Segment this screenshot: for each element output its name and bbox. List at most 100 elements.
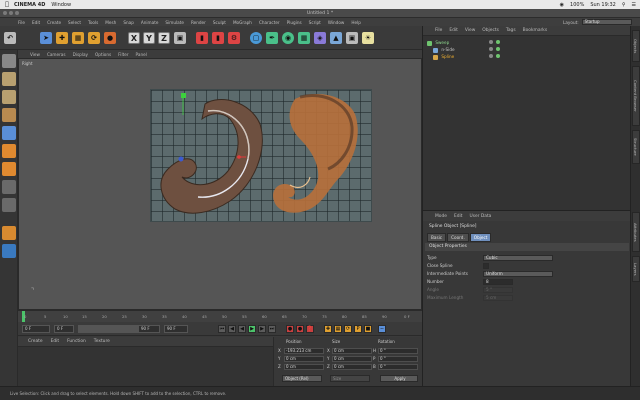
tab-attributes[interactable]: Attributes — [632, 212, 640, 252]
menu-character[interactable]: Character — [259, 20, 280, 25]
play-backwards-icon[interactable]: ◀ — [238, 325, 246, 333]
workplane-mode-icon[interactable] — [2, 108, 16, 122]
clock-label[interactable]: Sun 19:32 — [590, 2, 616, 8]
mac-menu-window[interactable]: Window — [51, 2, 71, 8]
tweak-mode-icon[interactable] — [2, 198, 16, 212]
render-picture-viewer-icon[interactable]: ▮ — [212, 32, 224, 44]
apply-button[interactable]: Apply — [380, 375, 418, 382]
om-menu-view[interactable]: View — [465, 28, 475, 33]
light-icon[interactable]: ☀ — [362, 32, 374, 44]
visibility-dot[interactable] — [489, 54, 493, 58]
menu-simulate[interactable]: Simulate — [165, 20, 184, 25]
z-axis-lock-button[interactable]: Z — [158, 32, 170, 44]
menu-mograph[interactable]: MoGraph — [233, 20, 252, 25]
coordinate-mode-dropdown[interactable]: Object (Rel) — [282, 375, 322, 382]
menu-sculpt[interactable]: Sculpt — [213, 20, 226, 25]
rotate-icon[interactable]: ⟳ — [88, 32, 100, 44]
app-menu[interactable]: CINEMA 4D — [14, 2, 45, 8]
am-menu-user-data[interactable]: User Data — [469, 214, 491, 219]
om-menu-file[interactable]: File — [435, 28, 442, 33]
layout-dropdown[interactable]: Startup — [581, 19, 632, 25]
menu-script[interactable]: Script — [309, 20, 321, 25]
size-x-field[interactable]: 0 cm — [332, 348, 372, 354]
object-row-n-side[interactable]: n-Side — [427, 46, 627, 53]
position-y-field[interactable]: 0 cm — [284, 356, 324, 362]
visibility-dot[interactable] — [489, 47, 493, 51]
viewport-menu-view[interactable]: View — [30, 52, 40, 57]
viewport[interactable]: Right ⌝ — [18, 58, 422, 310]
autokey-icon[interactable]: ● — [296, 325, 304, 333]
play-icon[interactable]: ▶ — [248, 325, 256, 333]
model-mode-icon[interactable] — [2, 72, 16, 86]
material-menu-function[interactable]: Function — [67, 339, 86, 344]
start-frame-field[interactable]: 0 F — [22, 325, 50, 333]
material-menu-edit[interactable]: Edit — [51, 339, 60, 344]
polygons-mode-icon[interactable] — [2, 162, 16, 176]
render-view-icon[interactable]: ▮ — [196, 32, 208, 44]
deformer-icon[interactable]: ◈ — [314, 32, 326, 44]
key-scale-icon[interactable]: ▦ — [334, 325, 342, 333]
menu-animate[interactable]: Animate — [141, 20, 159, 25]
spline-pen-icon[interactable]: ✒ — [266, 32, 278, 44]
tab-basic[interactable]: Basic — [427, 233, 447, 242]
viewport-menu-panel[interactable]: Panel — [136, 52, 147, 57]
tab-layers[interactable]: Layers — [632, 256, 640, 282]
timeline-ruler[interactable]: 0 5 10 15 20 25 30 35 40 45 50 55 60 65 … — [18, 310, 422, 323]
x-axis-lock-button[interactable]: X — [128, 32, 140, 44]
end-frame-field[interactable]: 90 F — [138, 325, 160, 333]
record-icon[interactable]: ● — [286, 325, 294, 333]
next-key-icon[interactable]: ▶ — [258, 325, 266, 333]
wifi-icon[interactable]: ◉ — [560, 2, 564, 8]
key-rotation-icon[interactable]: ⟳ — [344, 325, 352, 333]
menu-mesh[interactable]: Mesh — [105, 20, 116, 25]
object-row-spline[interactable]: Spline — [427, 53, 627, 60]
enable-check-icon[interactable] — [496, 40, 500, 44]
am-menu-mode[interactable]: Mode — [435, 214, 447, 219]
go-to-start-icon[interactable]: ⏮ — [218, 325, 226, 333]
apple-icon[interactable]:  — [0, 1, 14, 8]
previous-key-icon[interactable]: ◀ — [228, 325, 236, 333]
nurbs-icon[interactable]: ◉ — [282, 32, 294, 44]
key-pla-icon[interactable]: ■ — [364, 325, 372, 333]
battery-label[interactable]: 100% — [570, 2, 584, 8]
enable-check-icon[interactable] — [496, 47, 500, 51]
maximum-length-field[interactable]: 5 cm — [483, 295, 513, 301]
position-x-field[interactable]: -193.213 cm — [284, 348, 324, 354]
edit-render-settings-icon[interactable]: ⚙ — [228, 32, 240, 44]
menu-window[interactable]: Window — [328, 20, 345, 25]
move-icon[interactable]: ✚ — [56, 32, 68, 44]
menu-help[interactable]: Help — [351, 20, 361, 25]
size-mode-dropdown[interactable]: Size — [330, 375, 370, 382]
am-menu-edit[interactable]: Edit — [454, 214, 463, 219]
coordinate-system-icon[interactable]: ▣ — [174, 32, 186, 44]
make-editable-icon[interactable] — [2, 54, 16, 68]
rotation-p-field[interactable]: 0 ° — [378, 356, 418, 362]
om-menu-bookmarks[interactable]: Bookmarks — [523, 28, 548, 33]
enable-check-icon[interactable] — [496, 54, 500, 58]
object-row-sweep[interactable]: Sweep — [427, 39, 627, 46]
close-window-button[interactable] — [3, 11, 7, 15]
edges-mode-icon[interactable] — [2, 144, 16, 158]
sculpt-icon[interactable] — [2, 244, 16, 258]
viewport-menu-cameras[interactable]: Cameras — [47, 52, 66, 57]
array-icon[interactable]: ▦ — [298, 32, 310, 44]
visibility-dot[interactable] — [489, 40, 493, 44]
type-dropdown[interactable]: Cubic — [483, 255, 553, 261]
position-z-field[interactable]: 0 cm — [284, 364, 324, 370]
live-selection-icon[interactable]: ➤ — [40, 32, 52, 44]
material-manager[interactable] — [18, 346, 273, 386]
tab-coord[interactable]: Coord. — [447, 233, 469, 242]
tab-content-browser[interactable]: Content Browser — [632, 66, 640, 126]
minimize-window-button[interactable] — [9, 11, 13, 15]
menu-file[interactable]: File — [18, 20, 25, 25]
menu-snap[interactable]: Snap — [123, 20, 134, 25]
size-y-field[interactable]: 0 cm — [332, 356, 372, 362]
viewport-menu-display[interactable]: Display — [73, 52, 88, 57]
close-spline-checkbox[interactable] — [483, 263, 489, 269]
cube-primitive-icon[interactable]: ▢ — [250, 32, 262, 44]
menu-plugins[interactable]: Plugins — [287, 20, 302, 25]
scene-icon[interactable]: ▲ — [330, 32, 342, 44]
snap-icon[interactable] — [2, 226, 16, 240]
go-to-end-icon[interactable]: ⏭ — [268, 325, 276, 333]
om-menu-edit[interactable]: Edit — [449, 28, 458, 33]
